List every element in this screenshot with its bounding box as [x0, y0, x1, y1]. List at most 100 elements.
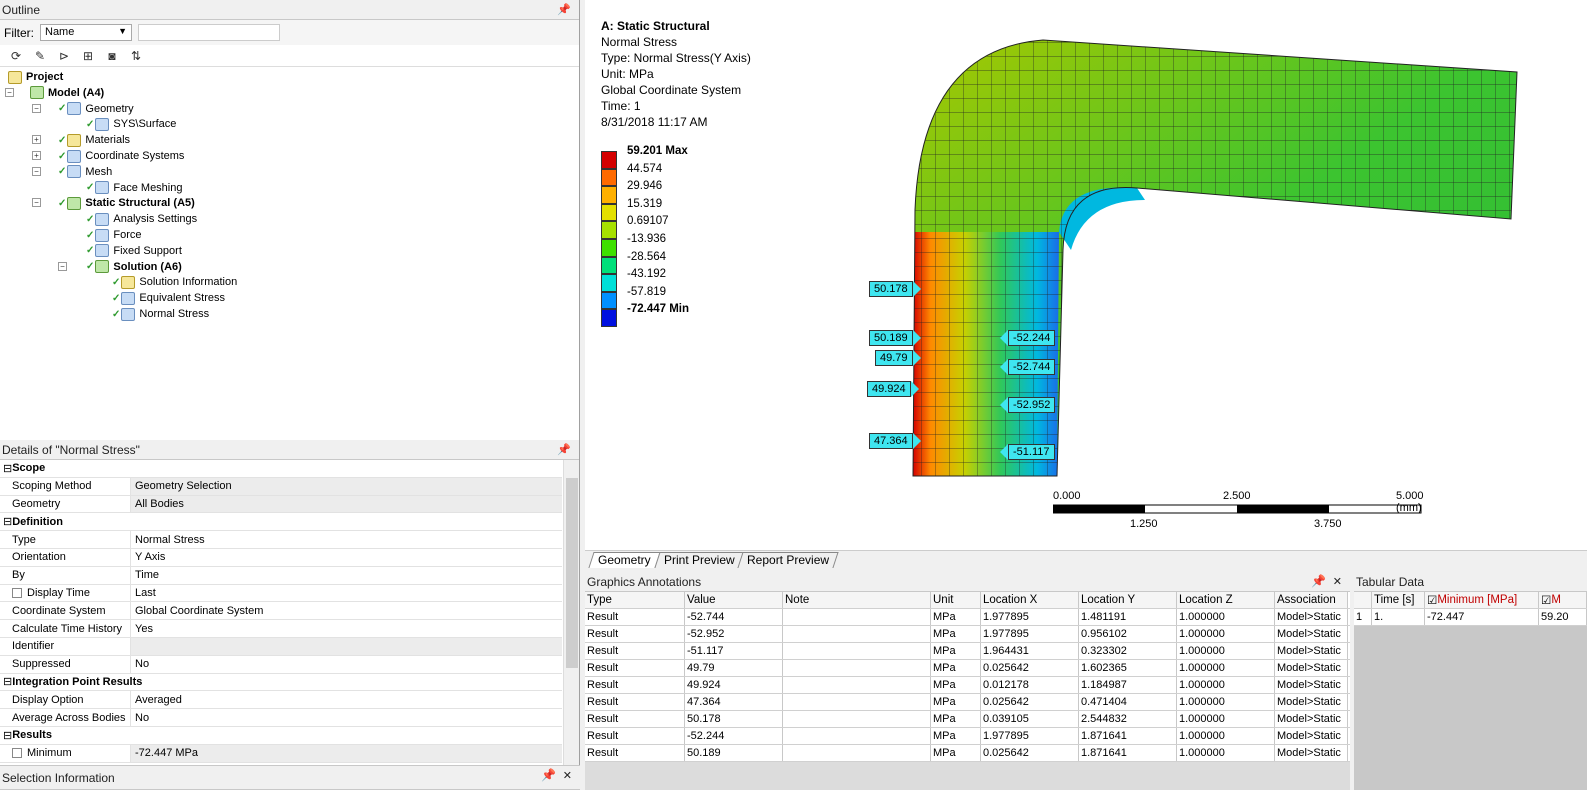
- column-header[interactable]: ☑ Minimum [MPa]: [1425, 592, 1539, 608]
- column-header[interactable]: Note: [783, 592, 931, 608]
- tab-geometry[interactable]: Geometry: [588, 552, 661, 568]
- details-row[interactable]: Orientation Y Axis: [0, 548, 562, 567]
- refresh-icon[interactable]: ⟳: [8, 48, 24, 64]
- probe-label[interactable]: 50.178: [869, 281, 921, 297]
- details-row[interactable]: Display Option Averaged: [0, 691, 562, 710]
- checkbox[interactable]: [12, 748, 22, 759]
- column-header[interactable]: Type: [585, 592, 685, 608]
- pin-icon[interactable]: 📌: [541, 768, 556, 782]
- tree-node[interactable]: ✓ Geometry: [58, 101, 134, 117]
- column-header[interactable]: Location Y: [1079, 592, 1177, 608]
- table-row[interactable]: Result -51.117 MPa 1.964431 0.323302 1.000000…: [585, 643, 1350, 660]
- details-section[interactable]: ⊟ Scope: [0, 460, 562, 478]
- checkbox[interactable]: [12, 587, 22, 598]
- probe-label[interactable]: 47.364: [869, 433, 921, 449]
- column-header[interactable]: Unit: [931, 592, 981, 608]
- table-row[interactable]: Result 49.79 MPa 0.025642 1.602365 1.000000 Mo…: [585, 660, 1350, 677]
- sort-az-icon[interactable]: ⇅: [128, 48, 144, 64]
- expand-toggle-icon[interactable]: −: [32, 198, 41, 208]
- expand-all-icon[interactable]: ⊞: [80, 48, 96, 64]
- tree-node[interactable]: ✓ Face Meshing: [86, 180, 182, 196]
- details-value[interactable]: [131, 637, 562, 655]
- expand-toggle-icon[interactable]: +: [32, 151, 41, 160]
- tree-node[interactable]: ✓ Normal Stress: [112, 306, 209, 322]
- details-row[interactable]: Calculate Time History Yes: [0, 620, 562, 638]
- hide-icon[interactable]: ◙: [104, 48, 120, 64]
- details-row[interactable]: Geometry All Bodies: [0, 495, 562, 514]
- column-header[interactable]: Time [s]: [1372, 592, 1425, 608]
- expand-toggle-icon[interactable]: +: [32, 135, 41, 145]
- details-value[interactable]: Normal Stress: [131, 531, 562, 548]
- tree-node[interactable]: ✓ Solution Information: [112, 274, 237, 290]
- details-value[interactable]: Averaged: [131, 691, 562, 708]
- details-row[interactable]: Suppressed No: [0, 655, 562, 674]
- column-header[interactable]: Location Z: [1177, 592, 1275, 608]
- tree-node[interactable]: Model (A4): [30, 85, 104, 101]
- details-row[interactable]: By Time: [0, 566, 562, 585]
- details-section[interactable]: ⊟ Results: [0, 726, 562, 745]
- filter-select[interactable]: Name ▼: [40, 24, 132, 41]
- tree-node[interactable]: ✓ Coordinate Systems: [58, 148, 184, 164]
- collapse-icon[interactable]: ⊟: [3, 462, 12, 475]
- probe-label[interactable]: -52.952: [999, 397, 1056, 413]
- pin-icon[interactable]: 📌: [1311, 574, 1326, 588]
- details-value[interactable]: Global Coordinate System: [131, 602, 562, 619]
- pin-icon[interactable]: 📌: [557, 3, 571, 16]
- details-value[interactable]: Time: [131, 567, 562, 584]
- collapse-icon[interactable]: ⊟: [3, 729, 12, 742]
- probe-label[interactable]: 50.189: [869, 330, 921, 346]
- wand-icon[interactable]: ✎: [32, 48, 48, 64]
- expand-toggle-icon[interactable]: −: [58, 261, 67, 271]
- column-header[interactable]: Location X: [981, 592, 1079, 608]
- expand-toggle-icon[interactable]: −: [32, 103, 41, 113]
- details-value[interactable]: Y Axis: [131, 549, 562, 566]
- details-row[interactable]: Average Across Bodies No: [0, 709, 562, 727]
- checkbox[interactable]: ☑: [1541, 593, 1551, 607]
- probe-label[interactable]: -52.244: [999, 330, 1056, 346]
- tree-node[interactable]: ✓ Fixed Support: [86, 243, 182, 259]
- column-header[interactable]: ☑ M: [1539, 592, 1587, 608]
- details-row[interactable]: Minimum -72.447 MPa: [0, 744, 562, 763]
- close-icon[interactable]: ✕: [1333, 575, 1342, 588]
- details-row[interactable]: Coordinate System Global Coordinate Syste…: [0, 602, 562, 621]
- probe-label[interactable]: 49.924: [867, 381, 919, 397]
- filter-search-input[interactable]: [138, 24, 280, 41]
- collapse-icon[interactable]: ⊟: [3, 675, 12, 688]
- table-row[interactable]: Result -52.244 MPa 1.977895 1.871641 1.000000…: [585, 728, 1350, 745]
- collapse-icon[interactable]: ⊟: [3, 515, 12, 528]
- probe-label[interactable]: -52.744: [999, 359, 1056, 375]
- expand-toggle-icon[interactable]: −: [32, 166, 41, 176]
- tree-node[interactable]: Project: [8, 69, 63, 85]
- expand-toggle-icon[interactable]: −: [5, 87, 14, 97]
- details-row[interactable]: Identifier: [0, 637, 562, 656]
- tab-print-preview[interactable]: Print Preview: [654, 552, 744, 568]
- table-row[interactable]: Result 50.189 MPa 0.025642 1.871641 1.000000 M…: [585, 745, 1350, 762]
- probe-label[interactable]: 49.79: [875, 350, 920, 366]
- table-row[interactable]: Result -52.744 MPa 1.977895 1.481191 1.000000…: [585, 609, 1350, 626]
- table-row[interactable]: Result 49.924 MPa 0.012178 1.184987 1.000000 M…: [585, 677, 1350, 694]
- scrollbar-thumb[interactable]: [566, 478, 578, 668]
- details-row[interactable]: Display Time Last: [0, 584, 562, 603]
- details-section[interactable]: ⊟ Integration Point Results: [0, 673, 562, 692]
- table-row[interactable]: Result 50.178 MPa 0.039105 2.544832 1.000000 M…: [585, 711, 1350, 728]
- details-value[interactable]: Yes: [131, 620, 562, 637]
- details-scrollbar[interactable]: [563, 460, 579, 765]
- table-row[interactable]: 1 1. -72.447 59.20: [1354, 609, 1587, 626]
- tree-node[interactable]: ✓ SYS\Surface: [86, 116, 176, 132]
- tree-node[interactable]: ✓ Static Structural (A5): [58, 195, 195, 211]
- tab-report-preview[interactable]: Report Preview: [737, 552, 840, 568]
- tree-node[interactable]: ✓ Force: [86, 227, 142, 243]
- details-value[interactable]: Geometry Selection: [131, 477, 562, 495]
- details-row[interactable]: Type Normal Stress: [0, 531, 562, 549]
- graphics-viewport[interactable]: A: Static Structural Normal Stress Type: N…: [585, 0, 1587, 550]
- details-value[interactable]: No: [131, 656, 562, 673]
- details-value[interactable]: Last: [131, 585, 562, 602]
- tree-node[interactable]: ✓ Analysis Settings: [86, 211, 197, 227]
- details-section[interactable]: ⊟ Definition: [0, 513, 562, 532]
- column-header[interactable]: Value: [685, 592, 783, 608]
- details-value[interactable]: All Bodies: [131, 495, 562, 513]
- details-value[interactable]: -72.447 MPa: [131, 744, 562, 762]
- tree-node[interactable]: ✓ Materials: [58, 132, 130, 148]
- tree-filter-icon[interactable]: ⊳: [56, 48, 72, 64]
- tree-node[interactable]: ✓ Equivalent Stress: [112, 290, 225, 306]
